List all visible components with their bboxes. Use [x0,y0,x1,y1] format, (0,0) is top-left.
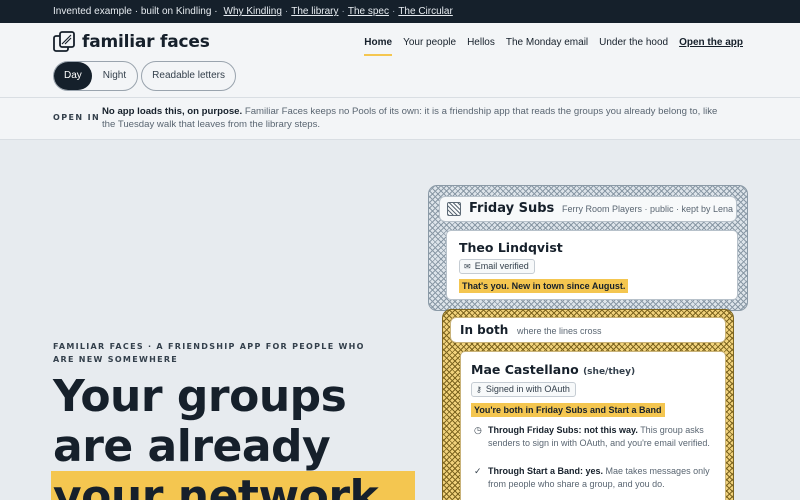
member-tag: That's you. New in town since August. [459,279,629,293]
nav-item-your-people[interactable]: Your people [403,37,456,56]
open-in-notice: OPEN IN No app loads this, on purpose. F… [0,98,800,140]
clock-icon: ◷ [474,425,482,435]
member-card-mae[interactable]: Mae Castellano (she/they) ⚷ Signed in wit… [460,351,726,500]
check-icon: ✓ [474,466,482,476]
topbar-separator: · [391,6,396,17]
open-app-link[interactable]: Open the app [679,37,743,56]
group-pattern-icon [447,202,461,216]
brand-home-link[interactable]: familiar faces [53,31,210,53]
reason-strong: Through Friday Subs: not this way. [488,425,638,435]
group-card-header: Friday Subs Ferry Room Players · public … [439,196,737,222]
topbar-link-library[interactable]: The library [291,6,338,17]
topbar-separator: · [341,6,345,17]
headline-line: are already [53,421,331,472]
group-card-friday-subs: Friday Subs Ferry Room Players · public … [428,185,748,311]
display-settings: Day Night Readable letters [53,61,236,91]
two-overlapping-cards-icon [53,31,75,52]
topbar-link-spec[interactable]: The spec [348,6,389,17]
notice-label: OPEN IN [53,113,101,122]
topbar-link-why-kindling[interactable]: Why Kindling [224,6,282,17]
reason-friday-subs: ◷ Through Friday Subs: not this way. Thi… [474,424,714,449]
readable-letters-button[interactable]: Readable letters [141,61,236,91]
member-pronouns: (she/they) [583,367,636,377]
verification-chip: ✉ Email verified [459,259,535,274]
in-both-title: In both [460,323,509,337]
shared-groups-tag: You're both in Friday Subs and Start a B… [471,403,665,417]
verification-chip: ⚷ Signed in with OAuth [471,382,576,397]
notice-text: No app loads this, on purpose. Familiar … [102,106,732,131]
brand-name: familiar faces [82,32,210,52]
reason-strong: Through Start a Band: yes. [488,466,604,476]
chip-label: Email verified [474,261,529,271]
main-nav: Home Your people Hellos The Monday email… [353,37,743,56]
site-topbar: Invented example · built on Kindling · W… [0,0,800,23]
topbar-lead: Invented example · built on Kindling · [53,6,218,17]
member-name: Theo Lindqvist [459,240,563,255]
nav-item-hellos[interactable]: Hellos [467,37,495,56]
group-title: Friday Subs [469,201,555,216]
nav-item-under-the-hood[interactable]: Under the hood [599,37,668,56]
reason-start-a-band: ✓ Through Start a Band: yes. Mae takes m… [474,465,714,490]
in-both-card: In both where the lines cross Mae Castel… [442,309,734,500]
nav-item-monday-email[interactable]: The Monday email [506,37,588,56]
in-both-subtitle: where the lines cross [517,326,602,336]
chip-label: Signed in with OAuth [485,384,570,394]
headline-highlight: your network. [51,471,415,500]
envelope-icon: ✉ [464,262,471,271]
nav-item-home[interactable]: Home [364,37,393,56]
theme-night-button[interactable]: Night [92,62,137,90]
theme-day-button[interactable]: Day [54,62,92,90]
member-name: Mae Castellano (she/they) [471,362,635,377]
hero-headline: Your groups are already your network. [51,371,415,500]
headline-line: Your groups [53,371,347,422]
site-header: familiar faces Home Your people Hellos T… [0,23,800,98]
notice-strong: No app loads this, on purpose. [102,106,243,117]
hero-kicker: Familiar Faces · a friendship app for pe… [53,342,365,364]
topbar-separator: · [284,6,289,17]
theme-toggle: Day Night [53,61,139,91]
member-card-theo[interactable]: Theo Lindqvist ✉ Email verified That's yo… [446,230,738,300]
topbar-link-circular[interactable]: The Circular [398,6,452,17]
key-icon: ⚷ [476,385,482,394]
member-name-text: Mae Castellano [471,362,579,377]
group-subtitle: Ferry Room Players · public · kept by Le… [562,204,734,214]
in-both-header: In both where the lines cross [450,317,726,343]
